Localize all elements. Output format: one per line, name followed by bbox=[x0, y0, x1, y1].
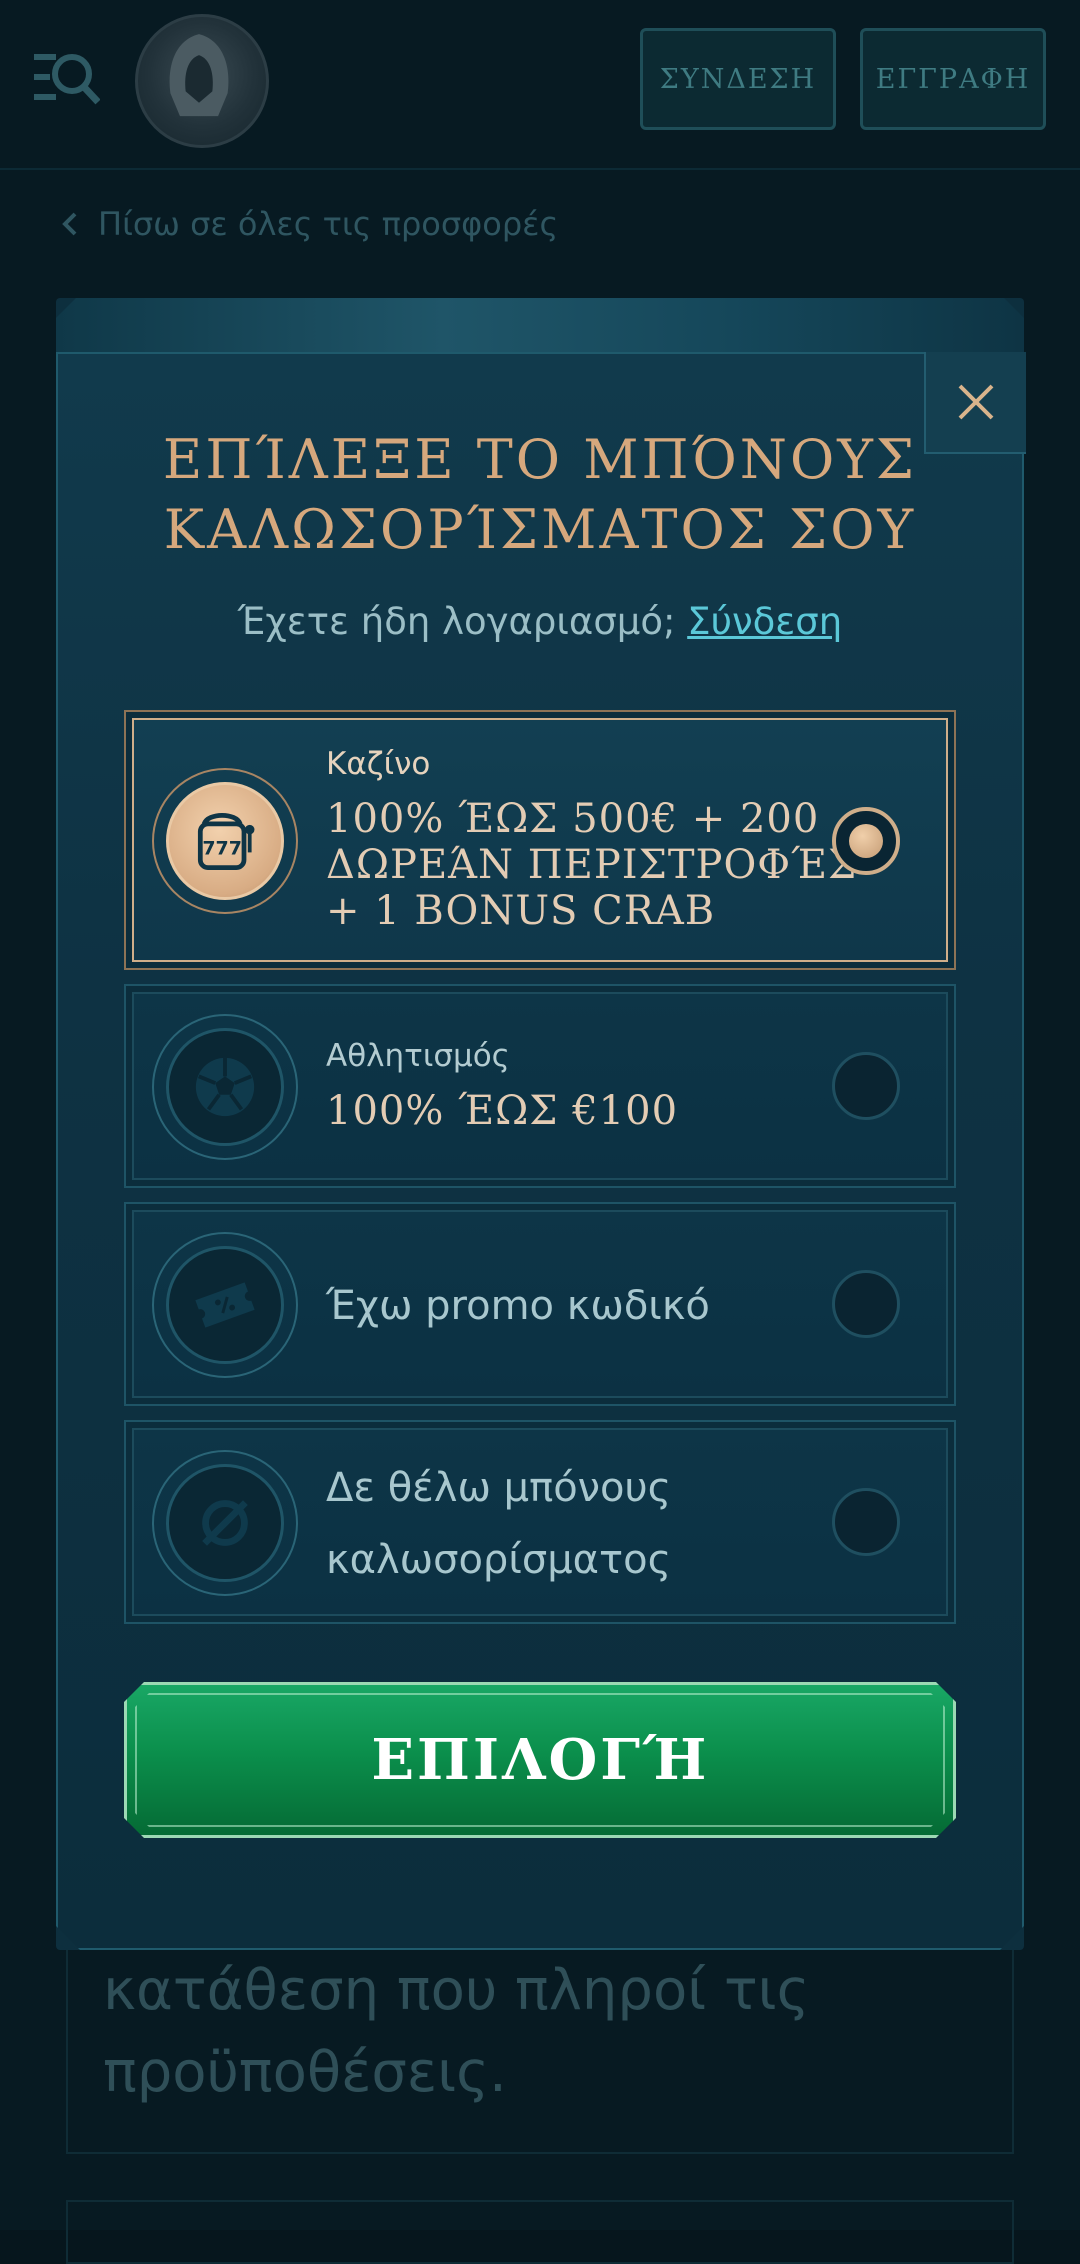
top-header: ΣΥΝΔΕΣΗ ΕΓΓΡΑΦΗ bbox=[0, 0, 1080, 170]
background-terms-text: κατάθεση που πληροί τις προϋποθέσεις. bbox=[103, 1958, 810, 2105]
back-to-offers-link[interactable]: Πίσω σε όλες τις προσφορές bbox=[60, 205, 558, 243]
select-bonus-button[interactable]: ΕΠΙΛΟΓΉ bbox=[124, 1682, 956, 1838]
option-label: Δε θέλω μπόνους καλωσορίσματος bbox=[326, 1465, 672, 1583]
bonus-option-casino[interactable]: 777 Καζίνο 100% ΈΩΣ 500€ + 200 ΔΩΡΕΆΝ ΠΕ… bbox=[124, 710, 956, 970]
option-radio[interactable] bbox=[832, 1488, 900, 1556]
option-radio[interactable] bbox=[832, 1270, 900, 1338]
ticket-icon bbox=[152, 1232, 298, 1378]
svg-text:777: 777 bbox=[202, 837, 242, 859]
chevron-left-icon bbox=[62, 212, 77, 236]
option-label: Έχω promo κωδικό bbox=[326, 1283, 710, 1329]
background-card-2 bbox=[66, 2200, 1014, 2264]
back-link-label: Πίσω σε όλες τις προσφορές bbox=[98, 205, 559, 243]
bonus-option-promo-code[interactable]: Έχω promo κωδικό bbox=[124, 1202, 956, 1406]
option-offer-text: 100% ΈΩΣ €100 bbox=[326, 1088, 679, 1134]
menu-search-icon[interactable] bbox=[34, 50, 101, 108]
header-login-button[interactable]: ΣΥΝΔΕΣΗ bbox=[640, 28, 836, 130]
modal-title: ΕΠΊΛΕΞΕ ΤΟ ΜΠΌΝΟΥΣ ΚΑΛΩΣΟΡΊΣΜΑΤΟΣ ΣΟΥ bbox=[162, 428, 918, 561]
option-category: Αθλητισμός bbox=[326, 1038, 510, 1074]
brand-logo[interactable] bbox=[135, 14, 269, 148]
account-prompt: Έχετε ήδη λογαριασμό; Σύνδεση bbox=[237, 600, 843, 643]
header-register-button[interactable]: ΕΓΓΡΑΦΗ bbox=[860, 28, 1046, 130]
no-symbol-icon bbox=[152, 1450, 298, 1596]
option-category: Καζίνο bbox=[326, 746, 431, 782]
option-radio-checked[interactable] bbox=[832, 807, 900, 875]
option-radio[interactable] bbox=[832, 1052, 900, 1120]
select-button-label: ΕΠΙΛΟΓΉ bbox=[371, 1727, 709, 1793]
close-icon bbox=[958, 384, 994, 420]
option-offer-text: 100% ΈΩΣ 500€ + 200 ΔΩΡΕΆΝ ΠΕΡΙΣΤΡΟΦΈΣ +… bbox=[326, 796, 858, 934]
bonus-option-sports[interactable]: Αθλητισμός 100% ΈΩΣ €100 bbox=[124, 984, 956, 1188]
soccer-ball-icon bbox=[152, 1014, 298, 1160]
slot-machine-icon: 777 bbox=[152, 768, 298, 914]
login-link[interactable]: Σύνδεση bbox=[687, 600, 842, 643]
bonus-option-no-bonus[interactable]: Δε θέλω μπόνους καλωσορίσματος bbox=[124, 1420, 956, 1624]
